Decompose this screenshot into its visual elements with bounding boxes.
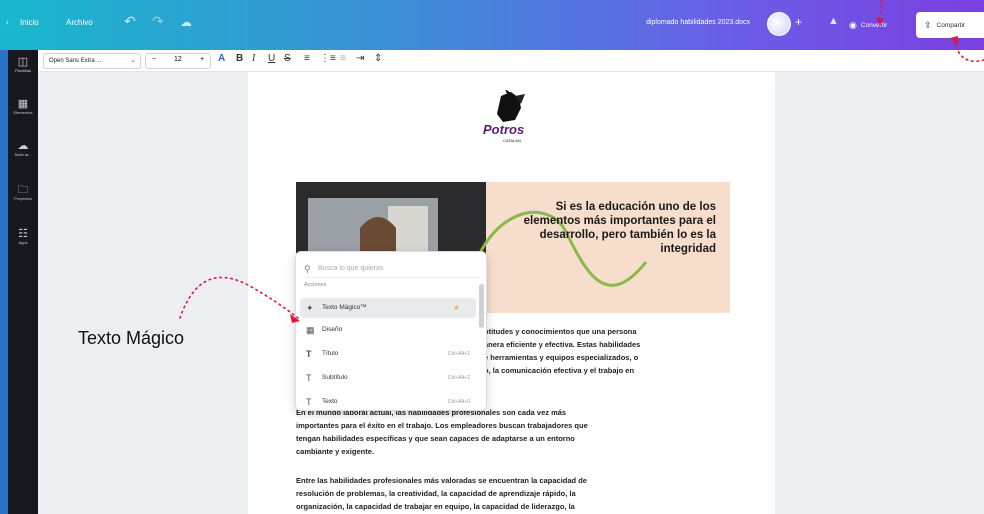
sidebar-item-templates[interactable]: ◫ Plantillas bbox=[8, 56, 38, 74]
convert-label: Convertir bbox=[860, 21, 888, 29]
menu-item-label: Texto Mágico™ bbox=[322, 304, 367, 311]
numbered-list-icon[interactable]: ≡ bbox=[340, 53, 346, 64]
strikethrough-icon[interactable]: S bbox=[284, 53, 291, 64]
shortcut-hint: Ctrl+Alt+0 bbox=[447, 399, 470, 405]
chevron-left-icon[interactable]: ‹ bbox=[6, 17, 9, 27]
font-size-stepper[interactable]: − 12 + bbox=[145, 53, 211, 69]
text-line: importantes para el éxito en el trabajo.… bbox=[296, 421, 588, 430]
sidebar-item-label: Apps bbox=[18, 240, 28, 245]
shortcut-hint: Ctrl+Alt+1 bbox=[447, 351, 470, 357]
text-line: organización, la capacidad de trabajar e… bbox=[296, 502, 575, 511]
text-line: tengan habilidades específicas y que sea… bbox=[296, 434, 575, 443]
top-bar: ‹ Inicio Archivo ↶ ↷ ☁ diplomado habilid… bbox=[0, 0, 984, 50]
undo-icon[interactable]: ↶ bbox=[124, 13, 136, 30]
menu-item-label: Subtítulo bbox=[322, 374, 348, 381]
chevron-down-icon: ⌄ bbox=[130, 57, 136, 64]
spacing-icon[interactable]: ⇕ bbox=[374, 53, 382, 64]
paragraph-3[interactable]: Entre las habilidades profesionales más … bbox=[296, 474, 587, 513]
left-sidebar: ◫ Plantillas ▦ Elementos ☁ Subir ar... 🗀… bbox=[8, 50, 38, 514]
sidebar-item-elements[interactable]: ▦ Elementos bbox=[8, 98, 38, 116]
apps-icon: ☷ bbox=[18, 228, 28, 240]
sidebar-item-uploads[interactable]: ☁ Subir ar... bbox=[8, 140, 38, 158]
document-title[interactable]: diplomado habilidades 2023.docx bbox=[646, 19, 750, 26]
subheading-icon: T bbox=[306, 373, 312, 383]
annotation-label: Texto Mágico bbox=[78, 328, 185, 348]
section-heading: Acciones bbox=[304, 282, 327, 288]
increase-size-button[interactable]: + bbox=[200, 56, 204, 63]
file-menu-button[interactable]: Archivo bbox=[66, 18, 93, 27]
text-line: cambiante y exigente. bbox=[296, 447, 374, 456]
home-button[interactable]: Inicio bbox=[20, 18, 39, 27]
avatar[interactable] bbox=[767, 12, 791, 36]
font-size-value[interactable]: 12 bbox=[174, 56, 182, 63]
align-icon[interactable]: ≡ bbox=[304, 53, 310, 64]
share-button[interactable]: ⇪ Compartir bbox=[916, 12, 984, 38]
text-line: ptitudes y conocimientos que una persona bbox=[484, 327, 637, 336]
decrease-size-button[interactable]: − bbox=[152, 56, 156, 63]
sidebar-item-apps[interactable]: ☷ Apps bbox=[8, 228, 38, 246]
insights-icon[interactable]: ▲ bbox=[828, 15, 839, 27]
menu-item-subheading[interactable]: T Subtítulo Ctrl+Alt+2 bbox=[300, 368, 476, 388]
menu-item-magic-text[interactable]: ✦ Texto Mágico™ ★ bbox=[300, 298, 476, 318]
command-search-input[interactable]: ⚲ Busca lo que quieras bbox=[304, 260, 480, 278]
heading-icon: T bbox=[306, 349, 312, 359]
search-placeholder: Busca lo que quieras bbox=[318, 265, 384, 272]
text-color-icon[interactable]: A bbox=[218, 53, 225, 64]
menu-item-text[interactable]: T Texto Ctrl+Alt+0 bbox=[300, 392, 476, 410]
font-family-select[interactable]: Open Sans Extra ... ⌄ bbox=[43, 53, 141, 69]
text-line: Entre las habilidades profesionales más … bbox=[296, 476, 587, 485]
design-icon: ▦ bbox=[306, 325, 315, 335]
bullet-list-icon[interactable]: ⋮≡ bbox=[320, 53, 336, 64]
editor-canvas: Potros CATALAN Si es la educación uno de… bbox=[38, 72, 984, 514]
layout-icon: ◫ bbox=[17, 56, 29, 68]
menu-item-label: Título bbox=[322, 350, 339, 357]
folder-icon: 🗀 bbox=[17, 184, 29, 196]
convert-button[interactable]: ◉ Convertir bbox=[843, 12, 906, 38]
font-family-value: Open Sans Extra ... bbox=[49, 58, 102, 64]
text-line: anera eficiente y efectiva. Estas habili… bbox=[484, 340, 641, 349]
bold-icon[interactable]: B bbox=[236, 53, 243, 64]
cloud-sync-icon: ☁ bbox=[180, 15, 192, 29]
italic-icon[interactable]: I bbox=[252, 53, 255, 64]
text-line: o, la comunicación efectiva y el trabajo… bbox=[484, 366, 635, 375]
sidebar-item-label: Elementos bbox=[13, 110, 33, 115]
format-toolbar: Open Sans Extra ... ⌄ − 12 + A B I U S ≡… bbox=[38, 50, 984, 72]
popup-scrollbar[interactable] bbox=[479, 284, 484, 328]
sidebar-item-projects[interactable]: 🗀 Proyectos bbox=[8, 184, 38, 202]
magic-wand-icon: ✦ bbox=[306, 303, 314, 313]
star-icon: ★ bbox=[452, 303, 460, 312]
paragraph-1-fragment[interactable]: ptitudes y conocimientos que una persona… bbox=[484, 325, 710, 377]
logo-subtext: CATALAN bbox=[503, 138, 521, 143]
shapes-icon: ▦ bbox=[17, 98, 29, 110]
convert-icon: ◉ bbox=[849, 19, 857, 30]
upload-icon: ☁ bbox=[17, 140, 29, 152]
command-menu-popup: ⚲ Busca lo que quieras Acciones ✦ Texto … bbox=[295, 251, 487, 411]
banner-quote: Si es la educación uno de los elementos … bbox=[523, 201, 716, 255]
menu-item-label: Diseño bbox=[322, 326, 343, 333]
sidebar-item-label: Subir ar... bbox=[14, 152, 32, 157]
menu-item-label: Texto bbox=[322, 398, 338, 405]
sidebar-item-label: Plantillas bbox=[14, 68, 31, 73]
text-line: resolución de problemas, la creatividad,… bbox=[296, 489, 576, 498]
text-line: e herramientas y equipos especializados,… bbox=[484, 353, 639, 362]
text-icon: T bbox=[306, 397, 312, 407]
share-icon: ⇪ bbox=[924, 19, 932, 30]
school-logo: Potros CATALAN bbox=[481, 89, 539, 150]
search-icon: ⚲ bbox=[304, 264, 311, 274]
sidebar-item-label: Proyectos bbox=[14, 196, 32, 201]
shortcut-hint: Ctrl+Alt+2 bbox=[447, 375, 470, 381]
underline-icon[interactable]: U bbox=[268, 53, 275, 64]
logo-wordmark: Potros bbox=[483, 122, 525, 137]
menu-item-design[interactable]: ▦ Diseño bbox=[300, 320, 476, 340]
add-collaborator-icon[interactable]: + bbox=[795, 15, 802, 29]
indent-icon[interactable]: ⇥ bbox=[356, 53, 364, 64]
screenshot-frame: ‹ Inicio Archivo ↶ ↷ ☁ diplomado habilid… bbox=[0, 0, 984, 514]
share-label: Compartir bbox=[936, 21, 966, 29]
menu-item-heading[interactable]: T Título Ctrl+Alt+1 bbox=[300, 344, 476, 364]
redo-icon[interactable]: ↷ bbox=[152, 13, 164, 30]
paragraph-2[interactable]: En el mundo laboral actual, las habilida… bbox=[296, 406, 588, 458]
